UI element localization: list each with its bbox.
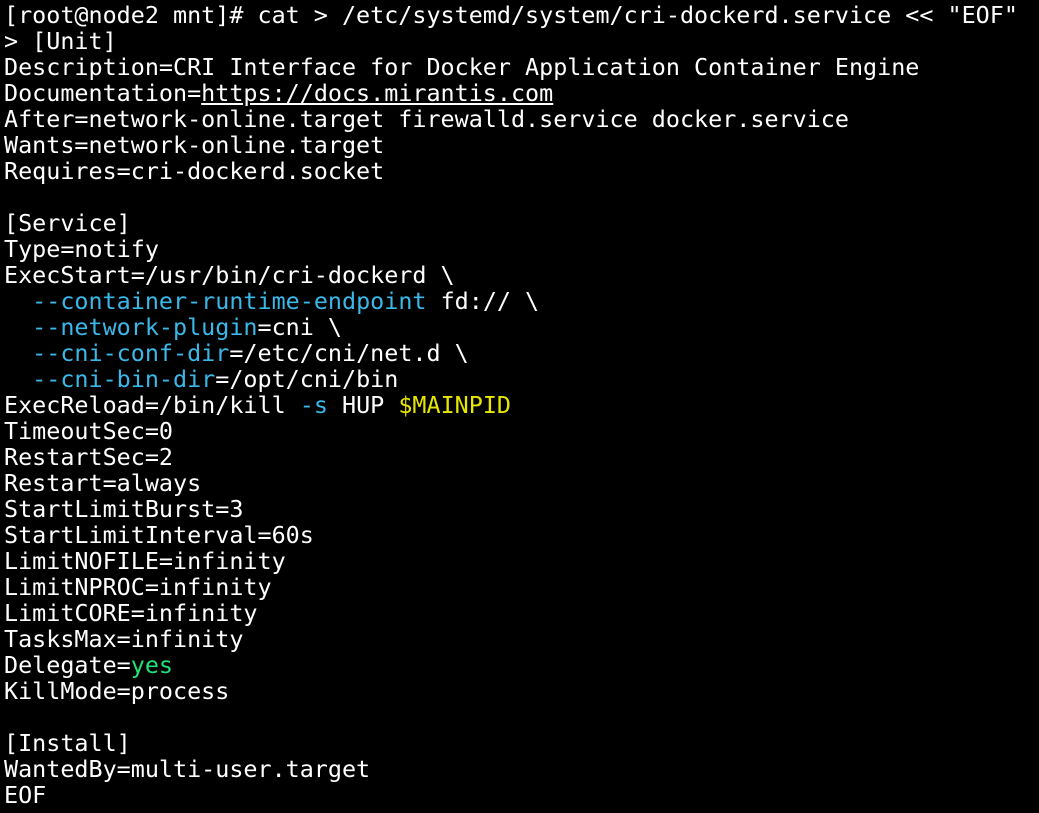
highlighted-value: yes xyxy=(130,651,173,679)
terminal-line: After=network-online.target firewalld.se… xyxy=(4,106,1035,132)
terminal-line: Requires=cri-dockerd.socket xyxy=(4,158,1035,184)
terminal-line: ExecReload=/bin/kill -s HUP $MAINPID xyxy=(4,392,1035,418)
terminal-text: Description=CRI Interface for Docker App… xyxy=(4,53,920,81)
terminal-text: [Install] xyxy=(4,729,131,757)
terminal-line: KillMode=process xyxy=(4,678,1035,704)
terminal-line: --network-plugin=cni \ xyxy=(4,314,1035,340)
command-flag: --container-runtime-endpoint xyxy=(32,287,427,315)
terminal-line: LimitCORE=infinity xyxy=(4,600,1035,626)
terminal-text: After=network-online.target firewalld.se… xyxy=(4,105,849,133)
documentation-link[interactable]: https://docs.mirantis.com xyxy=(201,79,553,107)
terminal-text: EOF xyxy=(4,781,47,809)
terminal-line: StartLimitInterval=60s xyxy=(4,522,1035,548)
terminal-line: Wants=network-online.target xyxy=(4,132,1035,158)
terminal-line: Documentation=https://docs.mirantis.com xyxy=(4,80,1035,106)
command-flag: --cni-conf-dir xyxy=(32,339,230,367)
terminal-line: [Install] xyxy=(4,730,1035,756)
terminal-text: TasksMax=infinity xyxy=(4,625,244,653)
terminal-text: > [Unit] xyxy=(4,27,117,55)
terminal-line: --container-runtime-endpoint fd:// \ xyxy=(4,288,1035,314)
terminal-line: Type=notify xyxy=(4,236,1035,262)
terminal-line: StartLimitBurst=3 xyxy=(4,496,1035,522)
terminal-text: StartLimitInterval=60s xyxy=(4,521,314,549)
terminal-text: LimitNPROC=infinity xyxy=(4,573,272,601)
terminal-text: Documentation= xyxy=(4,79,202,107)
terminal-text: Type=notify xyxy=(4,235,159,263)
terminal-line: [Service] xyxy=(4,210,1035,236)
command-flag: --cni-bin-dir xyxy=(32,365,216,393)
command-flag: --network-plugin xyxy=(32,313,258,341)
terminal-text: ExecStart=/usr/bin/cri-dockerd \ xyxy=(4,261,455,289)
terminal-line: EOF xyxy=(4,782,1035,808)
terminal-text: RestartSec=2 xyxy=(4,443,173,471)
terminal-text: Wants=network-online.target xyxy=(4,131,385,159)
terminal-line: [root@node2 mnt]# cat > /etc/systemd/sys… xyxy=(4,2,1035,28)
terminal-line: LimitNOFILE=infinity xyxy=(4,548,1035,574)
terminal-line: Delegate=yes xyxy=(4,652,1035,678)
terminal-line: TimeoutSec=0 xyxy=(4,418,1035,444)
terminal-text: WantedBy=multi-user.target xyxy=(4,755,371,783)
terminal-text: Delegate= xyxy=(4,651,131,679)
terminal-line: TasksMax=infinity xyxy=(4,626,1035,652)
terminal-text: HUP xyxy=(327,391,399,419)
terminal-line: --cni-bin-dir=/opt/cni/bin xyxy=(4,366,1035,392)
terminal-line: Description=CRI Interface for Docker App… xyxy=(4,54,1035,80)
terminal-text: =/opt/cni/bin xyxy=(215,365,399,393)
terminal-text: fd:// \ xyxy=(426,287,540,315)
command-flag: -s xyxy=(299,391,328,419)
terminal-text: Requires=cri-dockerd.socket xyxy=(4,157,385,185)
terminal-line: > [Unit] xyxy=(4,28,1035,54)
terminal-text: [root@node2 mnt]# cat > /etc/systemd/sys… xyxy=(4,2,1018,29)
terminal-text: Restart=always xyxy=(4,469,202,497)
shell-variable: $MAINPID xyxy=(398,391,511,419)
terminal-text: TimeoutSec=0 xyxy=(4,417,173,445)
terminal-text: LimitNOFILE=infinity xyxy=(4,547,286,575)
terminal-text: ExecReload=/bin/kill xyxy=(4,391,300,419)
terminal-line: --cni-conf-dir=/etc/cni/net.d \ xyxy=(4,340,1035,366)
terminal-text: LimitCORE=infinity xyxy=(4,599,258,627)
terminal-text: KillMode=process xyxy=(4,677,230,705)
terminal-text: StartLimitBurst=3 xyxy=(4,495,244,523)
terminal-line: RestartSec=2 xyxy=(4,444,1035,470)
terminal-line: LimitNPROC=infinity xyxy=(4,574,1035,600)
terminal-text: =cni \ xyxy=(257,313,343,341)
terminal-line: Restart=always xyxy=(4,470,1035,496)
terminal-text: =/etc/cni/net.d \ xyxy=(229,339,469,367)
terminal-line: ExecStart=/usr/bin/cri-dockerd \ xyxy=(4,262,1035,288)
terminal-output[interactable]: [root@node2 mnt]# cat > /etc/systemd/sys… xyxy=(4,2,1035,813)
terminal-text: [Service] xyxy=(4,209,131,237)
terminal-line: WantedBy=multi-user.target xyxy=(4,756,1035,782)
